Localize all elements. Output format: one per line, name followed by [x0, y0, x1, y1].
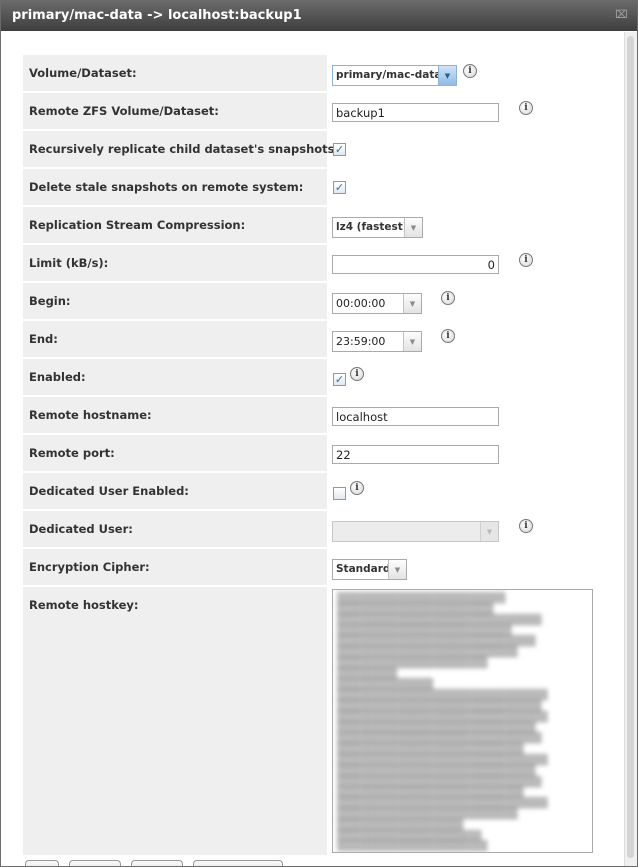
close-icon[interactable]: ⌧	[615, 9, 628, 21]
remote-hostname-input[interactable]	[332, 407, 499, 426]
remote-hostname-label: Remote hostname:	[23, 397, 327, 433]
row-recursive: Recursively replicate child dataset's sn…	[23, 131, 621, 167]
chevron-down-icon[interactable]: ▼	[403, 332, 421, 351]
row-remote-port: Remote port:	[23, 435, 621, 471]
info-icon[interactable]: i	[519, 253, 533, 267]
row-delete-stale: Delete stale snapshots on remote system:…	[23, 169, 621, 205]
dedicated-user-enabled-label: Dedicated User Enabled:	[23, 473, 327, 509]
vertical-scrollbar[interactable]	[624, 32, 637, 866]
remote-dataset-input[interactable]	[332, 103, 499, 122]
recursive-checkbox[interactable]: ✓	[333, 143, 346, 156]
chevron-down-icon[interactable]: ▼	[438, 66, 456, 85]
chevron-down-icon[interactable]: ▼	[404, 218, 422, 237]
dialog-title: primary/mac-data -> localhost:backup1	[12, 8, 302, 23]
info-icon[interactable]: i	[463, 64, 477, 78]
row-dedicated-user-enabled: Dedicated User Enabled: i	[23, 473, 621, 509]
dedicated-user-select[interactable]: ▼	[332, 521, 499, 542]
replication-dialog: primary/mac-data -> localhost:backup1 ⌧ …	[0, 0, 638, 867]
end-label: End:	[23, 321, 327, 357]
hostkey-label: Remote hostkey:	[23, 587, 327, 855]
chevron-down-icon[interactable]: ▼	[403, 294, 421, 313]
row-compression: Replication Stream Compression: lz4 (fas…	[23, 207, 621, 243]
row-remote-dataset: Remote ZFS Volume/Dataset: i	[23, 93, 621, 129]
begin-value: 00:00:00	[336, 297, 386, 310]
row-cipher: Encryption Cipher: Standard ▼	[23, 549, 621, 585]
remote-dataset-label: Remote ZFS Volume/Dataset:	[23, 93, 327, 129]
info-icon[interactable]: i	[519, 519, 533, 533]
dedicated-user-enabled-checkbox[interactable]	[333, 487, 346, 500]
volume-dataset-value: primary/mac-data	[336, 69, 438, 81]
info-icon[interactable]: i	[441, 329, 455, 343]
compression-value: lz4 (fastest)	[336, 221, 404, 233]
end-time-select[interactable]: 23:59:00 ▼	[332, 331, 422, 352]
row-dedicated-user: Dedicated User: ▼ i	[23, 511, 621, 547]
chevron-down-icon[interactable]: ▼	[480, 522, 498, 541]
cancel-button[interactable]	[69, 860, 121, 866]
row-volume-dataset: Volume/Dataset: primary/mac-data ▼ i	[23, 55, 621, 91]
limit-input[interactable]	[332, 255, 499, 274]
end-value: 23:59:00	[336, 335, 386, 348]
cipher-value: Standard	[336, 563, 388, 575]
enabled-label: Enabled:	[23, 359, 327, 395]
ok-button[interactable]	[25, 860, 59, 866]
limit-label: Limit (kB/s):	[23, 245, 327, 281]
remote-port-label: Remote port:	[23, 435, 327, 471]
info-icon[interactable]: i	[441, 291, 455, 305]
delete-stale-checkbox[interactable]: ✓	[333, 181, 346, 194]
begin-time-select[interactable]: 00:00:00 ▼	[332, 293, 422, 314]
delete-button[interactable]	[131, 860, 183, 866]
compression-label: Replication Stream Compression:	[23, 207, 327, 243]
cipher-label: Encryption Cipher:	[23, 549, 327, 585]
row-limit: Limit (kB/s): i	[23, 245, 621, 281]
initialize-button[interactable]	[193, 860, 283, 866]
row-enabled: Enabled: ✓ i	[23, 359, 621, 395]
row-end: End: 23:59:00 ▼ i	[23, 321, 621, 357]
info-icon[interactable]: i	[350, 367, 364, 381]
row-begin: Begin: 00:00:00 ▼ i	[23, 283, 621, 319]
compression-select[interactable]: lz4 (fastest) ▼	[332, 217, 423, 238]
dedicated-user-label: Dedicated User:	[23, 511, 327, 547]
delete-stale-label: Delete stale snapshots on remote system:	[23, 169, 327, 205]
hostkey-redacted-content: ▒▒▒▒▒▒▒▒▒▒▒▒▒▒▒▒▒▒▒▒▒▒▒▒▒▒▒▒ ▒▒▒▒▒▒▒▒▒▒▒…	[337, 593, 548, 853]
scrollbar-thumb[interactable]	[627, 36, 634, 858]
hostkey-textarea[interactable]: ▒▒▒▒▒▒▒▒▒▒▒▒▒▒▒▒▒▒▒▒▒▒▒▒▒▒▒▒ ▒▒▒▒▒▒▒▒▒▒▒…	[332, 589, 593, 853]
remote-port-input[interactable]	[332, 445, 499, 464]
volume-dataset-select[interactable]: primary/mac-data ▼	[332, 65, 457, 86]
chevron-down-icon[interactable]: ▼	[388, 560, 406, 579]
recursive-label: Recursively replicate child dataset's sn…	[23, 131, 339, 167]
enabled-checkbox[interactable]: ✓	[333, 373, 346, 386]
button-row	[25, 860, 293, 866]
begin-label: Begin:	[23, 283, 327, 319]
volume-dataset-label: Volume/Dataset:	[23, 55, 327, 91]
row-remote-hostname: Remote hostname:	[23, 397, 621, 433]
dialog-titlebar[interactable]: primary/mac-data -> localhost:backup1 ⌧	[1, 1, 637, 31]
replication-form: Volume/Dataset: primary/mac-data ▼ i Rem…	[23, 55, 621, 855]
cipher-select[interactable]: Standard ▼	[332, 559, 407, 580]
info-icon[interactable]: i	[350, 481, 364, 495]
row-hostkey: Remote hostkey: ▒▒▒▒▒▒▒▒▒▒▒▒▒▒▒▒▒▒▒▒▒▒▒▒…	[23, 587, 621, 855]
info-icon[interactable]: i	[519, 101, 533, 115]
dedicated-user-value	[333, 522, 480, 541]
